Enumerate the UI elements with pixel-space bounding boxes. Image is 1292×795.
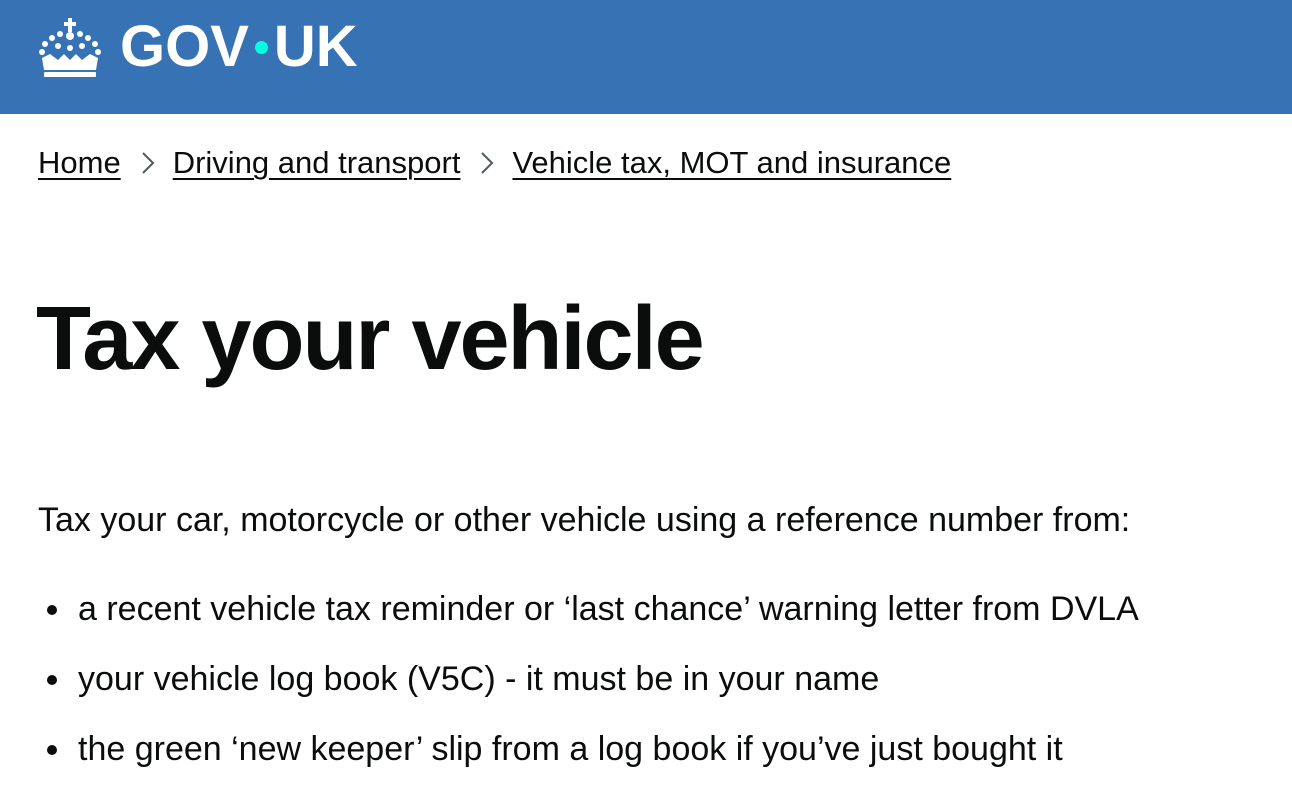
breadcrumb-vehicle-tax-link[interactable]: Vehicle tax, MOT and insurance — [512, 145, 951, 181]
breadcrumb-driving-transport-link[interactable]: Driving and transport — [173, 145, 461, 181]
chevron-right-icon — [481, 152, 494, 174]
bullet-icon — [47, 605, 57, 615]
govuk-logo-link[interactable]: GOV UK — [38, 16, 358, 78]
list-item: your vehicle log book (V5C) - it must be… — [38, 655, 1139, 703]
site-header: GOV UK — [0, 0, 1292, 114]
intro-text: Tax your car, motorcycle or other vehicl… — [38, 501, 1131, 539]
chevron-right-icon — [141, 152, 155, 174]
logo-wordmark: GOV UK — [120, 18, 358, 76]
list-item: a recent vehicle tax reminder or ‘last c… — [38, 585, 1139, 633]
list-item-text: the green ‘new keeper’ slip from a log b… — [78, 730, 1063, 768]
list-item: the green ‘new keeper’ slip from a log b… — [38, 725, 1139, 773]
bullet-icon — [47, 675, 57, 685]
list-item-text: your vehicle log book (V5C) - it must be… — [78, 660, 880, 698]
logo-text-uk: UK — [273, 14, 358, 79]
bullet-icon — [47, 745, 57, 755]
crown-icon — [39, 18, 101, 77]
breadcrumb: Home Driving and transport Vehicle tax, … — [38, 145, 951, 181]
logo-dot — [254, 40, 268, 54]
breadcrumb-home-link[interactable]: Home — [38, 145, 121, 181]
list-item-text: a recent vehicle tax reminder or ‘last c… — [78, 590, 1139, 628]
reference-source-list: a recent vehicle tax reminder or ‘last c… — [38, 585, 1139, 795]
logo-text-gov: GOV — [120, 14, 249, 79]
page-title: Tax your vehicle — [36, 289, 705, 389]
